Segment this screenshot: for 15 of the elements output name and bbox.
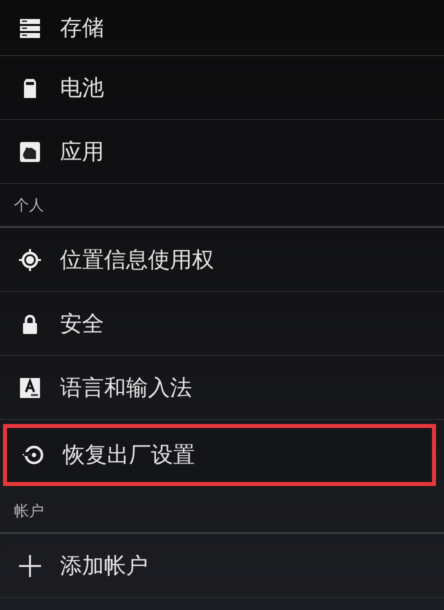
- keyboard-icon: [18, 376, 42, 400]
- reset-icon: [21, 443, 45, 467]
- location-icon: [18, 248, 42, 272]
- settings-item[interactable]: 应用: [0, 120, 444, 184]
- highlighted-settings-item[interactable]: 恢复出厂设置: [3, 424, 436, 486]
- section-header: 个人: [14, 196, 44, 214]
- apps-icon: [18, 140, 42, 164]
- settings-item[interactable]: 存储: [0, 0, 444, 56]
- plus-icon: [18, 554, 42, 578]
- settings-item[interactable]: 语言和输入法: [0, 356, 444, 420]
- settings-item[interactable]: 安全: [0, 292, 444, 356]
- settings-item[interactable]: 电池: [0, 56, 444, 120]
- settings-item[interactable]: 添加帐户: [0, 534, 444, 598]
- section-header: 帐户: [14, 502, 44, 520]
- settings-item[interactable]: 位置信息使用权: [0, 228, 444, 292]
